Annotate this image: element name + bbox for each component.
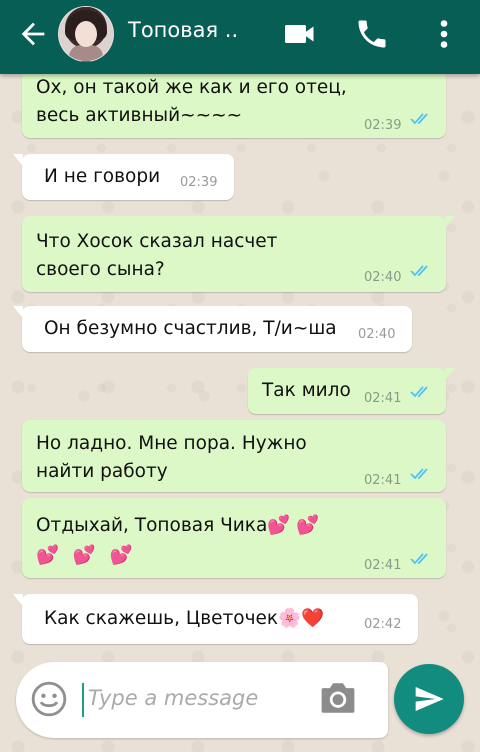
- message-bubble[interactable]: Он безумно счастлив, Т/и~ша 02:40: [13, 306, 412, 352]
- send-button[interactable]: [394, 664, 464, 734]
- message-bubble[interactable]: И не говори 02:39: [13, 154, 234, 200]
- double-check-icon: [410, 553, 428, 565]
- message-bubble[interactable]: Так мило 02:41: [248, 368, 455, 414]
- avatar[interactable]: [58, 6, 114, 62]
- emoji-smiley-icon[interactable]: [30, 680, 68, 718]
- message-bubble[interactable]: Как скажешь, Цветочек🌸❤️ 02:42: [13, 594, 418, 644]
- double-check-icon: [410, 113, 428, 125]
- message-text: 💕 💕 💕: [36, 545, 137, 566]
- message-time: 02:40: [358, 327, 396, 342]
- camera-icon[interactable]: [318, 680, 358, 716]
- message-text: найти работу: [36, 461, 168, 482]
- text-cursor: [82, 683, 84, 717]
- message-time: 02:41: [364, 391, 402, 406]
- message-input[interactable]: Type a message: [88, 686, 258, 710]
- send-icon: [415, 687, 444, 711]
- message-text: своего сына?: [36, 259, 165, 280]
- message-text: Он безумно счастлив, Т/и~ша: [44, 318, 337, 339]
- video-camera-icon[interactable]: [282, 16, 318, 52]
- contact-name[interactable]: Топовая ..: [128, 18, 238, 42]
- chat-header: Топовая ..: [0, 0, 480, 74]
- message-time: 02:41: [364, 558, 402, 573]
- double-check-icon: [410, 265, 428, 277]
- phone-icon[interactable]: [354, 16, 390, 52]
- message-text: Как скажешь, Цветочек🌸❤️: [44, 608, 325, 629]
- more-vert-icon[interactable]: [426, 16, 462, 52]
- message-text: И не говори: [44, 166, 161, 187]
- message-time: 02:41: [364, 473, 402, 488]
- message-time: 02:42: [364, 617, 402, 632]
- message-text: Что Хосок сказал насчет: [36, 231, 278, 252]
- message-bubble[interactable]: Отдыхай, Топовая Чика💕 💕 💕 💕 💕 02:41: [22, 498, 446, 578]
- double-check-icon: [410, 468, 428, 480]
- double-check-icon: [410, 386, 428, 398]
- arrow-left-icon[interactable]: [16, 17, 50, 51]
- message-bubble[interactable]: Что Хосок сказал насчет своего сына? 02:…: [22, 216, 455, 292]
- message-bubble[interactable]: Но ладно. Мне пора. Нужно найти работу 0…: [22, 420, 446, 492]
- message-time: 02:39: [364, 118, 402, 133]
- message-time: 02:39: [180, 175, 218, 190]
- message-text: весь активный~~~~: [36, 105, 243, 126]
- message-text: Ох, он такой же как и его отец,: [36, 77, 347, 98]
- message-text: Отдыхай, Топовая Чика💕 💕: [36, 515, 320, 536]
- message-text: Так мило: [262, 380, 351, 401]
- message-text: Но ладно. Мне пора. Нужно: [36, 433, 307, 454]
- message-time: 02:40: [364, 270, 402, 285]
